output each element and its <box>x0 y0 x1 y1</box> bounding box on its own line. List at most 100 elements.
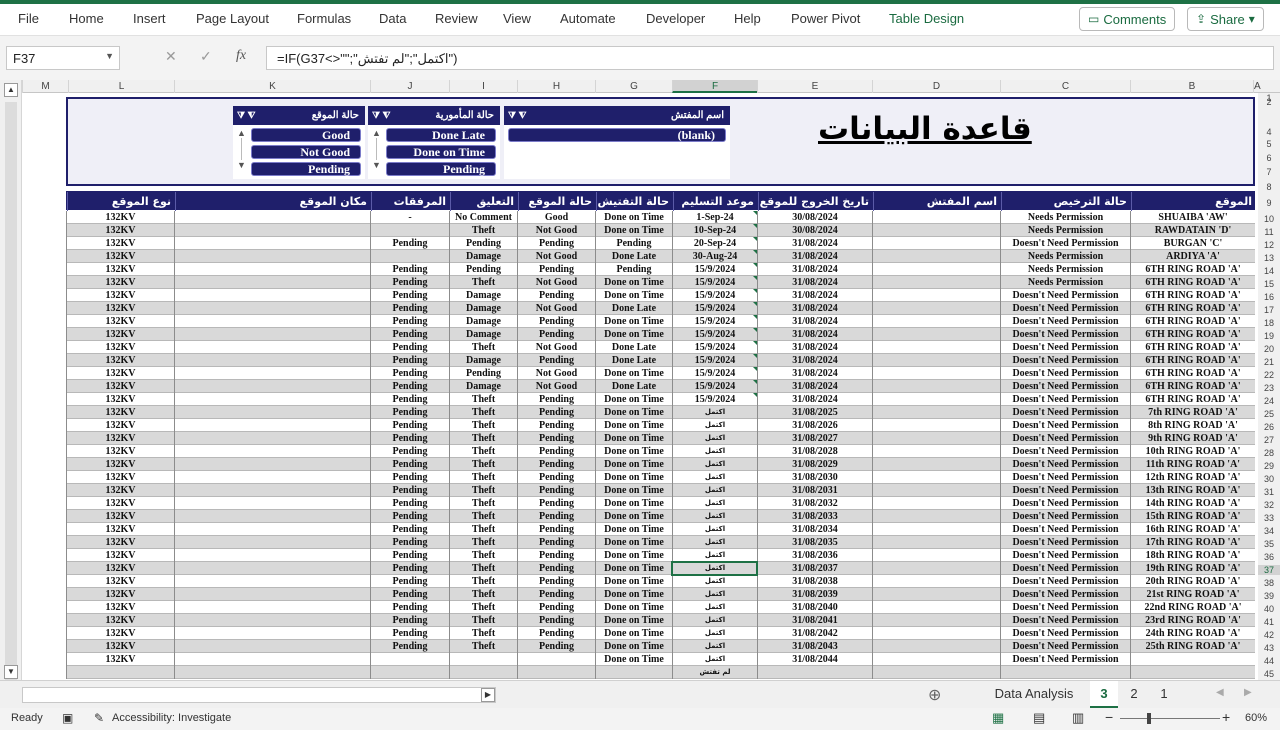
clear-filter-icon[interactable]: ⧩ ⧨ <box>237 110 256 121</box>
table-cell[interactable] <box>174 367 370 380</box>
table-cell[interactable]: Done on Time <box>595 419 672 432</box>
row-header[interactable]: 27 <box>1258 435 1280 445</box>
table-cell[interactable]: Done Late <box>595 354 672 367</box>
table-cell[interactable]: 15/9/2024 <box>672 289 757 302</box>
table-cell[interactable]: 21st RING ROAD 'A' <box>1130 588 1255 601</box>
table-cell[interactable]: Pending <box>449 367 517 380</box>
table-cell[interactable]: 30/08/2024 <box>757 211 872 224</box>
row-header[interactable]: 29 <box>1258 461 1280 471</box>
table-cell[interactable] <box>174 562 370 575</box>
table-cell[interactable]: Damage <box>449 302 517 315</box>
column-header[interactable]: F <box>672 80 757 93</box>
table-cell[interactable]: 30-Aug-24 <box>672 250 757 263</box>
table-cell[interactable]: Pending <box>370 315 449 328</box>
slicer-item[interactable]: Pending <box>386 162 496 176</box>
row-header[interactable]: 34 <box>1258 526 1280 536</box>
table-cell[interactable] <box>872 341 1000 354</box>
table-cell[interactable]: Pending <box>370 575 449 588</box>
table-cell[interactable] <box>872 432 1000 445</box>
table-cell[interactable]: Pending <box>517 315 595 328</box>
table-cell[interactable] <box>174 640 370 653</box>
table-cell[interactable]: 31/08/2024 <box>757 367 872 380</box>
table-row[interactable]: 132KV - No Comment Good Done on Time 1-Sep-24… <box>66 211 1255 224</box>
table-cell[interactable]: 15/9/2024 <box>672 276 757 289</box>
table-cell[interactable]: 132KV <box>66 627 174 640</box>
worksheet-grid[interactable]: قاعدة البيانات ⧩ ⧨ حالة الموقع ▲ ▼ Good Not G… <box>22 93 1258 680</box>
table-cell[interactable]: Done on Time <box>595 562 672 575</box>
table-cell[interactable] <box>174 536 370 549</box>
table-cell[interactable]: 16th RING ROAD 'A' <box>1130 523 1255 536</box>
table-cell[interactable]: 6TH RING ROAD 'A' <box>1130 263 1255 276</box>
table-cell[interactable]: Done on Time <box>595 627 672 640</box>
table-cell[interactable]: Doesn't Need Permission <box>1000 341 1130 354</box>
scroll-down-icon[interactable]: ▼ <box>4 665 18 679</box>
row-header[interactable]: 39 <box>1258 591 1280 601</box>
accessibility-status[interactable]: Accessibility: Investigate <box>112 712 231 724</box>
table-cell[interactable]: Done on Time <box>595 367 672 380</box>
row-header[interactable]: 10 <box>1258 214 1280 224</box>
table-cell[interactable]: Theft <box>449 276 517 289</box>
table-cell[interactable]: Done on Time <box>595 393 672 406</box>
table-cell[interactable]: Doesn't Need Permission <box>1000 497 1130 510</box>
table-cell[interactable]: Done on Time <box>595 484 672 497</box>
ribbon-tab[interactable]: Formulas <box>297 11 351 26</box>
table-cell[interactable]: 31/08/2035 <box>757 536 872 549</box>
row-header[interactable]: 43 <box>1258 643 1280 653</box>
table-cell[interactable]: Doesn't Need Permission <box>1000 458 1130 471</box>
table-cell[interactable]: Pending <box>449 237 517 250</box>
zoom-slider[interactable] <box>1120 713 1220 724</box>
table-cell[interactable]: Doesn't Need Permission <box>1000 562 1130 575</box>
column-header[interactable]: A <box>1253 80 1261 93</box>
table-cell[interactable]: Pending <box>370 302 449 315</box>
table-cell[interactable] <box>174 445 370 458</box>
table-cell[interactable] <box>872 211 1000 224</box>
table-cell[interactable]: Pending <box>370 523 449 536</box>
table-cell[interactable]: Pending <box>517 640 595 653</box>
table-cell[interactable]: Done on Time <box>595 432 672 445</box>
table-cell[interactable]: Doesn't Need Permission <box>1000 536 1130 549</box>
table-cell[interactable]: Pending <box>517 237 595 250</box>
page-break-view-icon[interactable]: ▥ <box>1072 710 1084 726</box>
table-cell[interactable]: Theft <box>449 224 517 237</box>
table-cell[interactable]: 31/08/2024 <box>757 289 872 302</box>
table-cell[interactable]: 6TH RING ROAD 'A' <box>1130 315 1255 328</box>
table-cell[interactable] <box>174 263 370 276</box>
table-cell[interactable]: Not Good <box>517 276 595 289</box>
table-cell[interactable]: 31/08/2030 <box>757 471 872 484</box>
sheet-nav-next-icon[interactable]: ▶ <box>1244 687 1252 698</box>
table-cell[interactable]: 6TH RING ROAD 'A' <box>1130 302 1255 315</box>
table-cell[interactable]: 15/9/2024 <box>672 263 757 276</box>
table-cell[interactable] <box>174 341 370 354</box>
table-row[interactable]: 132KV Pending Theft Pending Done on Time اكتم… <box>66 627 1255 640</box>
table-cell[interactable]: 132KV <box>66 211 174 224</box>
table-cell[interactable]: Done Late <box>595 250 672 263</box>
table-cell[interactable]: 132KV <box>66 328 174 341</box>
table-cell[interactable]: Pending <box>370 341 449 354</box>
table-cell[interactable] <box>174 354 370 367</box>
table-cell[interactable] <box>174 224 370 237</box>
table-cell[interactable]: Pending <box>517 588 595 601</box>
row-header[interactable]: 28 <box>1258 448 1280 458</box>
table-cell[interactable]: Pending <box>370 562 449 575</box>
insert-function-icon[interactable]: fx <box>236 48 246 64</box>
table-cell[interactable]: Needs Permission <box>1000 224 1130 237</box>
table-cell[interactable]: اكتمل <box>672 406 757 419</box>
row-header[interactable]: 18 <box>1258 318 1280 328</box>
clear-filter-icon[interactable]: ⧩ ⧨ <box>508 110 527 121</box>
column-header[interactable]: I <box>449 80 517 93</box>
table-cell[interactable]: Doesn't Need Permission <box>1000 328 1130 341</box>
slicer[interactable]: ⧩ ⧨ حالة الموقع ▲ ▼ Good Not Good Pending <box>233 106 365 179</box>
sheet-tab[interactable]: 1 <box>1150 681 1178 709</box>
table-cell[interactable]: Doesn't Need Permission <box>1000 380 1130 393</box>
table-cell[interactable] <box>174 276 370 289</box>
table-cell[interactable]: Done on Time <box>595 276 672 289</box>
table-cell[interactable]: اكتمل <box>672 627 757 640</box>
table-cell[interactable]: Pending <box>370 445 449 458</box>
table-cell[interactable]: اكتمل <box>672 432 757 445</box>
table-cell[interactable]: Done on Time <box>595 653 672 666</box>
table-cell[interactable]: Pending <box>595 263 672 276</box>
row-header[interactable]: 17 <box>1258 305 1280 315</box>
table-cell[interactable] <box>872 393 1000 406</box>
column-header[interactable]: C <box>1000 80 1130 93</box>
table-cell[interactable]: 31/08/2024 <box>757 328 872 341</box>
